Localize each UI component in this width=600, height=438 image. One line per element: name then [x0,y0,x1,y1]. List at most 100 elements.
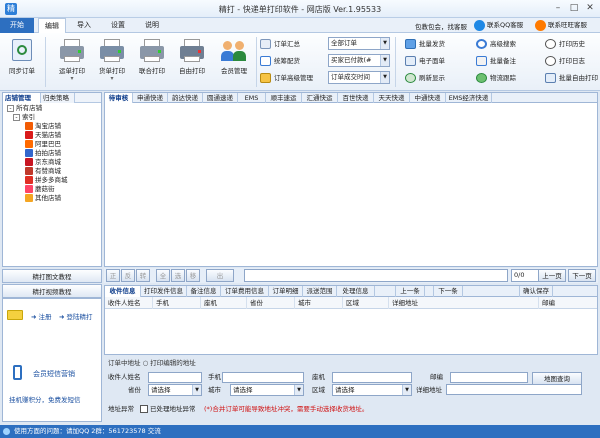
tab-fee-info[interactable]: 订单费用信息 [221,286,269,297]
pager-tool-button[interactable]: 正 [106,269,120,282]
district-select[interactable]: 请选择 ▼ [332,384,412,396]
tab-order-detail[interactable]: 订单明细 [269,286,303,297]
sidebar-item-shop-4[interactable]: 京东商城 [7,158,101,167]
tab-delivery-range[interactable]: 派送范围 [303,286,337,297]
qq-service-link[interactable]: 联系QQ客服 [474,20,523,31]
payment-status-select[interactable]: 买家已付款(# ▼ [328,54,390,67]
summary-icon [260,39,271,49]
wangwang-service-link[interactable]: 联系旺旺客服 [535,20,587,31]
stocking-button[interactable]: 统筹配货 [259,54,325,68]
tab-huitong[interactable]: 汇通快运 [302,93,338,103]
tab-best[interactable]: 百世快递 [338,93,374,103]
tab-note-info[interactable]: 备注信息 [187,286,221,297]
order-advanced-button[interactable]: 订单高级管理 [259,71,327,85]
sync-orders-button[interactable]: 同步订单 [2,35,42,87]
tab-yunda[interactable]: 韵达快递 [168,93,203,103]
phone-input[interactable] [332,372,412,383]
login-link[interactable]: ➜ 登陆精打 [59,311,93,321]
chevron-down-icon: ▼ [380,55,389,66]
tab-pending-review[interactable]: 待审核 [105,93,133,103]
sms-marketing-link[interactable]: 会员短信营销 [33,369,75,379]
sidebar-item-shop-1[interactable]: 天猫店铺 [7,131,101,140]
sidebar-item-shop-5[interactable]: 有赞商城 [7,167,101,176]
sidebar-item-shop-3[interactable]: 拍拍店铺 [7,149,101,158]
goods-print-button[interactable]: 货单打印 ▾ [92,35,132,87]
batch-note-button[interactable]: 批量备注 [475,54,539,68]
tree-group[interactable]: - 索引 [7,113,101,122]
menu-settings[interactable]: 设置 [104,18,132,33]
address-input[interactable] [446,384,582,395]
pager-tool-button[interactable]: 转 [136,269,150,282]
sidebar-item-shop-0[interactable]: 淘宝店铺 [7,122,101,131]
maximize-button[interactable]: □ [566,2,582,15]
menu-edit[interactable]: 编辑 [38,18,66,33]
tab-sf[interactable]: 顺丰速运 [266,93,302,103]
sidebar-item-shop-6[interactable]: 拼多多商城 [7,176,101,185]
points-hint[interactable]: 挂机赚积分，免费发短信 [9,394,81,404]
zip-input[interactable] [450,372,528,383]
pager-tool-button[interactable]: 出 [206,269,234,282]
pager-tool-button[interactable]: 选 [171,269,185,282]
prev-page-button[interactable]: 上一页 [538,269,566,282]
receiver-name-input[interactable] [148,372,202,383]
combined-print-label: 联合打印 [139,67,165,75]
tutorial-graphic-button[interactable]: 精打图文教程 [2,269,102,283]
menu-import[interactable]: 导入 [70,18,98,33]
tab-shop-management[interactable]: 店铺管理 [3,93,41,103]
tab-print-sender-info[interactable]: 打印发件信息 [141,286,187,297]
member-mgmt-button[interactable]: 会员管理 [214,35,254,87]
sidebar-item-shop-2[interactable]: 阿里巴巴 [7,140,101,149]
mobile-input[interactable] [222,372,304,383]
advanced-search-button[interactable]: 高级搜索 [475,37,539,51]
province-select[interactable]: 请选择 ▼ [148,384,202,396]
processed-abnormal-checkbox[interactable] [140,405,148,413]
pager-search-box[interactable] [244,269,508,282]
city-select[interactable]: 请选择 ▼ [230,384,304,396]
refresh-button[interactable]: 刷新显示 [404,71,466,85]
batch-ship-button[interactable]: 批量发货 [404,37,466,51]
promo-text: 包教包会，找客服 [415,23,467,31]
receiver-grid[interactable]: 收件人姓名 手机 座机 省份 城市 区域 详细地址 邮编 [104,297,598,355]
pager-tool-button[interactable]: 全 [156,269,170,282]
close-button[interactable]: ✕ [582,2,598,15]
globe-icon [476,73,487,83]
register-link[interactable]: ➜ 注册 [31,311,52,321]
confirm-save-button[interactable]: 确认保存 [519,286,553,297]
tree-root[interactable]: - 所有店铺 [7,104,101,113]
batch-custom-print-button[interactable]: 批量自由打印 [544,71,600,85]
pager-tool-button[interactable]: 反 [121,269,135,282]
e-waybill-button[interactable]: 电子面单 [404,54,466,68]
logistics-track-button[interactable]: 物流跟踪 [475,71,539,85]
order-grid[interactable] [104,103,598,267]
next-page-button[interactable]: 下一页 [568,269,596,282]
print-history-button[interactable]: 打印历史 [544,37,600,51]
tab-process-info[interactable]: 处理信息 [337,286,375,297]
waybill-icon [405,56,416,66]
menu-start[interactable]: 开始 [0,18,34,33]
time-filter-select[interactable]: 订单成交时间 ▼ [328,71,390,84]
minimize-button[interactable]: – [550,2,566,15]
order-summary-button[interactable]: 订单汇总 [259,37,325,51]
tab-category-strategy[interactable]: 归类策略 [41,93,75,103]
tutorial-video-button[interactable]: 精打视频教程 [2,284,102,298]
free-print-button[interactable]: 自由打印 [172,35,212,87]
tab-ems-economy[interactable]: EMS经济快递 [446,93,492,103]
tab-yto[interactable]: 圆通速递 [203,93,238,103]
shop-label: 京东商城 [35,158,61,166]
prev-record-button[interactable]: 上一条 [395,286,425,297]
tab-sto[interactable]: 申通快递 [133,93,168,103]
tab-tiantian[interactable]: 天天快递 [374,93,410,103]
tab-zto[interactable]: 中通快递 [410,93,446,103]
waybill-print-button[interactable]: 运单打印 ▾ [52,35,92,87]
combined-print-button[interactable]: 联合打印 [132,35,172,87]
tab-receiver-info[interactable]: 收件信息 [105,286,141,297]
print-log-button[interactable]: 打印日志 [544,54,600,68]
card-icon [7,310,23,320]
pager-tool-button[interactable]: 移 [186,269,200,282]
menu-help[interactable]: 说明 [138,18,166,33]
tab-ems[interactable]: EMS [238,93,266,103]
order-filter-select[interactable]: 全部订单 ▼ [328,37,390,50]
next-record-button[interactable]: 下一条 [433,286,463,297]
sidebar-item-shop-7[interactable]: 蘑菇街 [7,185,101,194]
sidebar-item-shop-8[interactable]: 其他店铺 [7,194,101,203]
